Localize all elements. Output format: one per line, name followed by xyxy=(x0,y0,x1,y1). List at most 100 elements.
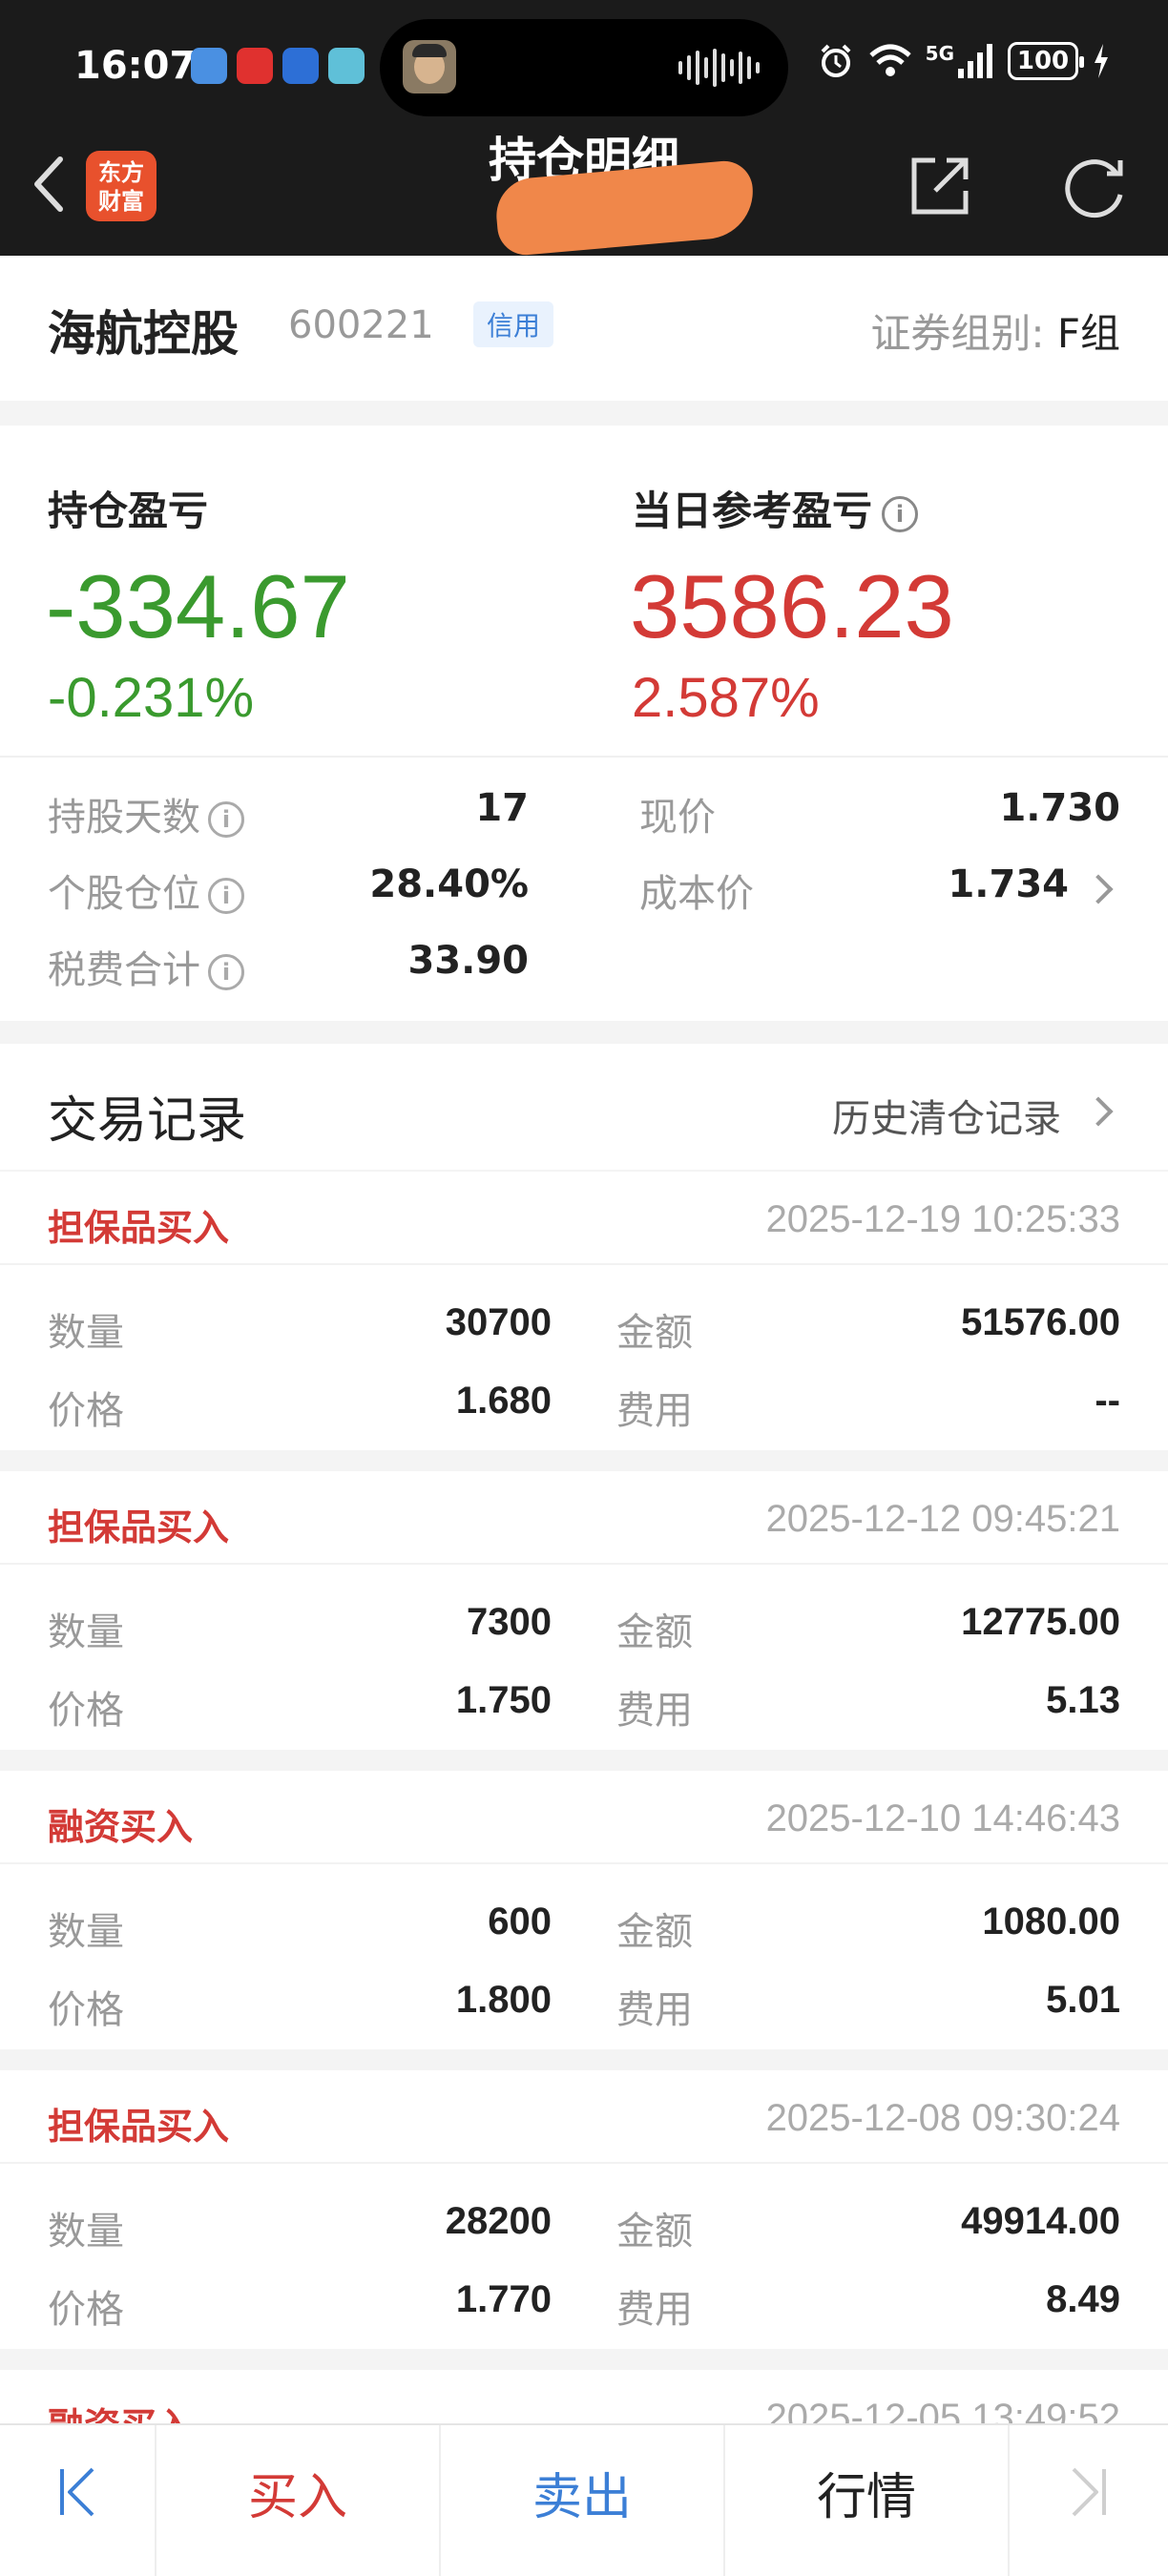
chevron-right-icon[interactable] xyxy=(1083,1096,1114,1127)
security-group[interactable]: 证券组别: F组 xyxy=(870,301,1120,360)
trade-record-header: 融资买入 2025-12-05 13:49:52 xyxy=(0,2370,1168,2427)
price-label: 价格 xyxy=(48,1988,124,2032)
alarm-icon xyxy=(821,44,851,77)
position-ratio-value: 28.40% xyxy=(369,862,529,906)
fee-label: 费用 xyxy=(616,1389,693,1433)
amount-value: 51576.00 xyxy=(961,1301,1120,1343)
fee-value: -- xyxy=(1095,1380,1120,1422)
total-fees-label: 税费合计 xyxy=(48,948,200,992)
top-bar: 16:07 5G 100 东方财富 持仓明细 xyxy=(0,0,1168,258)
trade-time: 2025-12-10 14:46:43 xyxy=(765,1797,1120,1839)
price-label: 价格 xyxy=(48,1689,124,1733)
holding-pnl-value: -334.67 xyxy=(46,556,350,656)
total-fees-info-icon[interactable]: i xyxy=(208,954,244,990)
total-fees-stat: 税费合计 i xyxy=(48,939,244,994)
security-group-label: 证券组别: xyxy=(870,310,1045,357)
sell-button[interactable]: 卖出 xyxy=(441,2425,725,2576)
skip-last-icon xyxy=(1072,2467,1106,2517)
chevron-right-icon[interactable] xyxy=(1083,874,1114,904)
price-label: 价格 xyxy=(48,1389,124,1433)
trade-records-header: 交易记录 历史清仓记录 xyxy=(0,1044,1168,1170)
qty-label: 数量 xyxy=(48,1610,124,1654)
daily-pnl-info-icon[interactable]: i xyxy=(882,495,919,532)
trade-type: 担保品买入 xyxy=(48,2106,230,2148)
qty-label: 数量 xyxy=(48,1910,124,1954)
holding-days-label: 持股天数 xyxy=(48,796,200,840)
fee-value: 5.01 xyxy=(1046,1979,1120,2021)
first-page-button[interactable] xyxy=(0,2425,156,2576)
fee-label: 费用 xyxy=(616,2288,693,2332)
signal-icon xyxy=(958,44,992,78)
red-app-icon xyxy=(237,48,273,84)
qty-value: 28200 xyxy=(445,2200,552,2242)
amount-label: 金额 xyxy=(616,2210,693,2254)
skip-first-icon xyxy=(60,2467,94,2517)
trade-time: 2025-12-19 10:25:33 xyxy=(765,1198,1120,1240)
divider xyxy=(0,756,1168,758)
cost-price-value[interactable]: 1.734 xyxy=(948,862,1069,906)
history-clear-link[interactable]: 历史清仓记录 xyxy=(832,1088,1061,1143)
car-app-icon xyxy=(282,48,319,84)
qty-value: 7300 xyxy=(467,1601,552,1643)
daily-pnl-value: 3586.23 xyxy=(630,556,954,656)
share-icon xyxy=(911,157,969,215)
buy-button[interactable]: 买入 xyxy=(156,2425,441,2576)
refresh-icon xyxy=(1065,159,1123,218)
trade-record[interactable]: 担保品买入 2025-12-12 09:45:21 数量 7300 金额 127… xyxy=(0,1471,1168,1750)
quote-button[interactable]: 行情 xyxy=(725,2425,1010,2576)
amount-value: 12775.00 xyxy=(961,1601,1120,1643)
weather-app-icon xyxy=(191,48,227,84)
trade-type: 担保品买入 xyxy=(48,1506,230,1548)
holding-days-stat: 持股天数 i xyxy=(48,786,244,841)
refresh-button[interactable] xyxy=(1057,153,1134,219)
trade-record[interactable]: 担保品买入 2025-12-19 10:25:33 数量 30700 金额 51… xyxy=(0,1172,1168,1450)
avatar xyxy=(403,40,456,93)
bottom-action-bar: 买入 卖出 行情 xyxy=(0,2423,1168,2576)
last-page-button[interactable] xyxy=(1010,2425,1168,2576)
fee-value: 8.49 xyxy=(1046,2278,1120,2320)
wifi-icon xyxy=(868,44,911,76)
battery-level: 100 xyxy=(1016,47,1070,75)
position-ratio-info-icon[interactable]: i xyxy=(208,878,244,914)
security-group-value: F组 xyxy=(1056,310,1120,357)
battery-icon: 100 xyxy=(1008,42,1084,80)
charging-icon xyxy=(1095,44,1108,78)
position-ratio-stat: 个股仓位 i xyxy=(48,862,244,918)
stock-header: 海航控股 600221 信用 证券组别: F组 xyxy=(0,256,1168,401)
fee-value: 5.13 xyxy=(1046,1679,1120,1721)
daily-pnl-pct: 2.587% xyxy=(632,667,820,729)
amount-label: 金额 xyxy=(616,1910,693,1954)
trade-record[interactable]: 担保品买入 2025-12-08 09:30:24 数量 28200 金额 49… xyxy=(0,2070,1168,2349)
position-ratio-label: 个股仓位 xyxy=(48,872,200,916)
audio-wave-icon xyxy=(678,48,760,88)
amount-label: 金额 xyxy=(616,1311,693,1355)
share-button[interactable] xyxy=(907,153,973,219)
fee-label: 费用 xyxy=(616,1988,693,2032)
trade-record-header: 担保品买入 2025-12-19 10:25:33 xyxy=(0,1172,1168,1265)
trade-record[interactable]: 融资买入 2025-12-05 13:49:52 xyxy=(0,2370,1168,2427)
cost-price-label[interactable]: 成本价 xyxy=(639,862,754,918)
trade-record-header: 担保品买入 2025-12-08 09:30:24 xyxy=(0,2070,1168,2164)
daily-pnl-label: 当日参考盈亏 xyxy=(632,488,873,534)
price-value: 1.770 xyxy=(455,2278,552,2320)
qty-value: 30700 xyxy=(445,1301,552,1343)
price-value: 1.680 xyxy=(455,1380,552,1422)
current-price-label: 现价 xyxy=(639,796,716,840)
credit-tag: 信用 xyxy=(473,301,554,347)
dynamic-island xyxy=(380,19,788,116)
holding-days-info-icon[interactable]: i xyxy=(208,801,244,838)
pnl-card: 持仓盈亏 当日参考盈亏 i -334.67 3586.23 -0.231% 2.5… xyxy=(0,426,1168,1021)
holding-days-value: 17 xyxy=(475,786,529,830)
qty-label: 数量 xyxy=(48,2210,124,2254)
qty-value: 600 xyxy=(488,1901,552,1942)
total-fees-value: 33.90 xyxy=(407,939,529,983)
amount-value: 49914.00 xyxy=(961,2200,1120,2242)
price-label: 价格 xyxy=(48,2288,124,2332)
book-app-icon xyxy=(328,48,365,84)
status-time: 16:07 xyxy=(74,44,197,88)
trade-record-header: 融资买入 2025-12-10 14:46:43 xyxy=(0,1771,1168,1864)
trade-time: 2025-12-12 09:45:21 xyxy=(765,1498,1120,1540)
stock-code: 600221 xyxy=(288,303,434,347)
trade-type: 融资买入 xyxy=(48,1806,194,1848)
trade-record[interactable]: 融资买入 2025-12-10 14:46:43 数量 600 金额 1080.… xyxy=(0,1771,1168,2049)
